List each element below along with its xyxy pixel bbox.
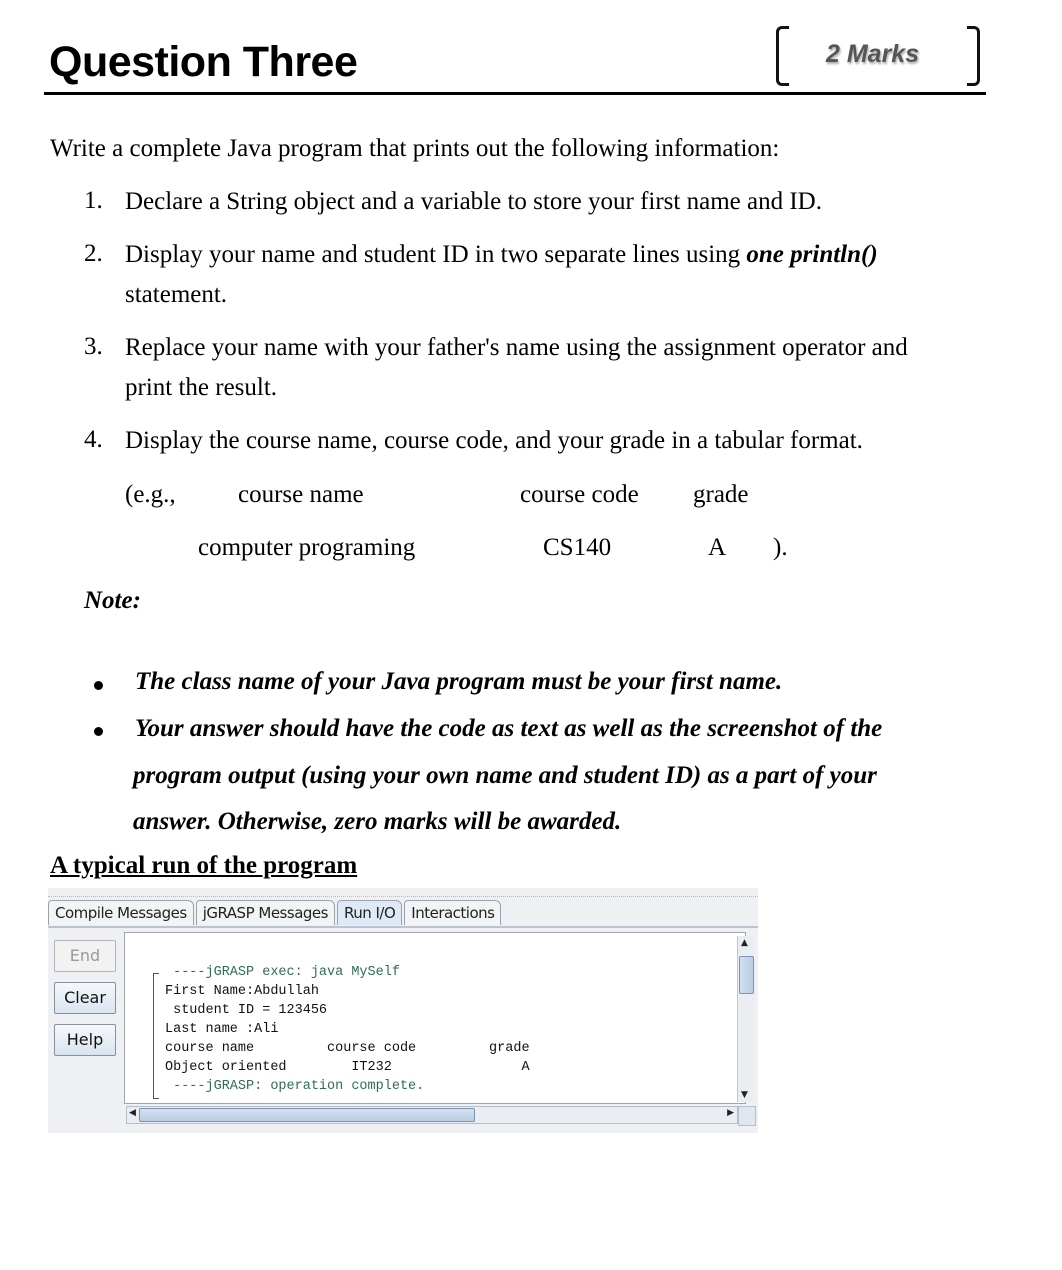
vertical-scroll-thumb[interactable] <box>739 956 754 994</box>
note-label: Note: <box>84 587 141 614</box>
step-number: 3. <box>84 333 103 360</box>
example-header-course-code: course code <box>520 481 639 508</box>
output-line: course name course code grade <box>165 1041 530 1056</box>
tab-run-io[interactable]: Run I/O <box>336 900 403 925</box>
right-bracket <box>967 26 980 86</box>
section-heading: A typical run of the program <box>50 852 358 879</box>
step-number: 1. <box>84 187 103 214</box>
bullet-icon <box>94 681 103 690</box>
output-bracket <box>153 973 159 1099</box>
step-2-text-cont: statement. <box>125 281 228 308</box>
tab-bar: Compile Messages jGRASP Messages Run I/O… <box>48 900 503 926</box>
output-line: Last name :Ali <box>165 1022 279 1037</box>
example-prefix: (e.g., <box>125 481 176 508</box>
question-header: Question Three 2 Marks <box>44 22 986 95</box>
scroll-up-icon[interactable]: ▲ <box>741 938 748 948</box>
marks-label: 2 Marks <box>826 40 920 68</box>
bullet-icon <box>94 727 103 736</box>
step-2-emphasis: one println() <box>746 241 878 268</box>
scroll-down-icon[interactable]: ▼ <box>741 1090 748 1100</box>
output-text: ----jGRASP exec: java MySelf First Name:A… <box>165 963 530 1096</box>
tab-jgrasp-messages[interactable]: jGRASP Messages <box>195 900 335 925</box>
clear-button[interactable]: Clear <box>54 982 116 1014</box>
step-3-text: Replace your name with your father's nam… <box>125 334 908 361</box>
run-output-area[interactable]: ----jGRASP exec: java MySelf First Name:A… <box>124 932 746 1104</box>
example-course-name: computer programing <box>198 534 416 561</box>
scroll-left-icon[interactable]: ◀ <box>129 1108 136 1118</box>
panel-divider <box>48 888 758 897</box>
left-bracket <box>776 26 789 86</box>
marks-box: 2 Marks <box>770 26 986 86</box>
example-header-course-name: course name <box>238 481 364 508</box>
tab-compile-messages[interactable]: Compile Messages <box>48 900 194 925</box>
example-course-code: CS140 <box>543 534 612 561</box>
example-header-grade: grade <box>693 481 749 508</box>
step-4-text: Display the course name, course code, an… <box>125 427 863 454</box>
output-line: student ID = 123456 <box>165 1003 328 1018</box>
output-line: First Name:Abdullah <box>165 984 319 999</box>
help-button[interactable]: Help <box>54 1024 116 1056</box>
vertical-scrollbar[interactable]: ▲ ▼ <box>737 936 754 1102</box>
step-3-text-cont: print the result. <box>125 374 278 401</box>
jgrasp-panel: Compile Messages jGRASP Messages Run I/O… <box>48 888 758 1133</box>
note-item-2-cont: answer. Otherwise, zero marks will be aw… <box>133 808 622 835</box>
scroll-right-icon[interactable]: ▶ <box>727 1108 734 1118</box>
note-item-2: Your answer should have the code as text… <box>135 715 883 742</box>
horizontal-scrollbar[interactable]: ◀ ▶ <box>126 1106 738 1124</box>
output-line: ----jGRASP exec: java MySelf <box>165 965 400 980</box>
step-2-prefix: Display your name and student ID in two … <box>125 241 747 268</box>
step-2-text: Display your name and student ID in two … <box>125 240 878 270</box>
tab-interactions[interactable]: Interactions <box>404 900 502 925</box>
output-line: Object oriented IT232 A <box>165 1060 530 1075</box>
horizontal-scroll-thumb[interactable] <box>139 1108 475 1122</box>
note-item-1: The class name of your Java program must… <box>135 668 783 695</box>
step-1-text: Declare a String object and a variable t… <box>125 188 822 215</box>
intro-text: Write a complete Java program that print… <box>50 135 780 162</box>
note-item-2-cont: program output (using your own name and … <box>133 762 877 789</box>
tab-underline <box>48 926 758 928</box>
page-title: Question Three <box>49 38 358 86</box>
example-grade: A <box>708 534 727 561</box>
step-number: 4. <box>84 426 103 453</box>
example-suffix: ). <box>773 534 788 561</box>
output-line: ----jGRASP: operation complete. <box>165 1079 425 1094</box>
scroll-corner <box>738 1106 756 1126</box>
step-number: 2. <box>84 240 103 267</box>
end-button[interactable]: End <box>54 940 116 972</box>
